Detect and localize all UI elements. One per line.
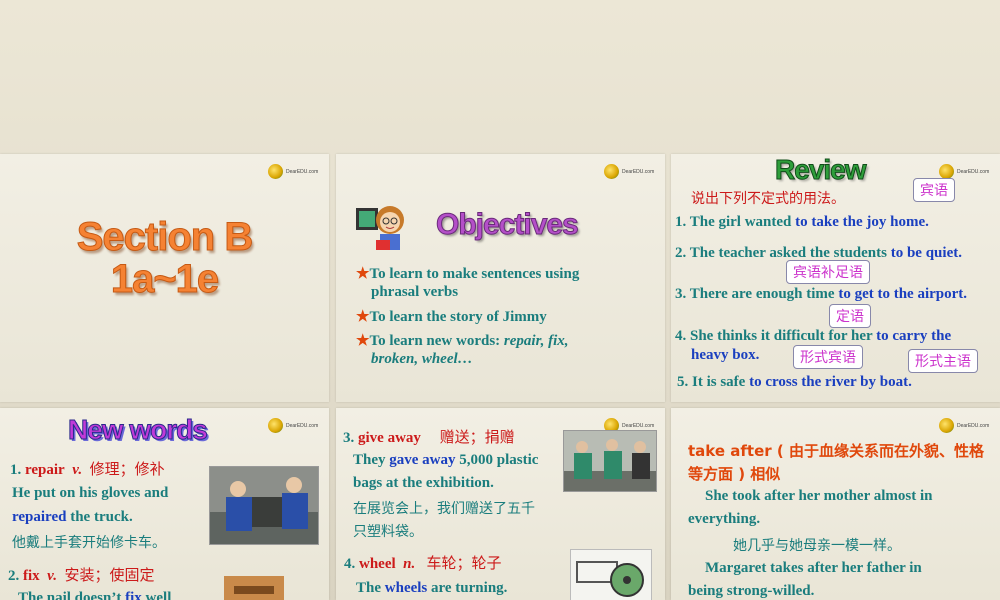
slide-section-b[interactable]: DearEDU.com Section B 1a~1e [0, 154, 329, 402]
take-after-example-2-cont: being strong-willed. [688, 583, 815, 599]
new-words-title: New words [68, 414, 209, 446]
word-fix: 2. fix v. 安装；使固定 [8, 566, 155, 584]
section-title: Section B [76, 215, 253, 259]
deareedu-logo: DearEDU.com [604, 164, 654, 179]
mechanics-photo [209, 466, 319, 545]
objective-3-cont: broken, wheel… [371, 351, 473, 367]
review-sentence-4: 4. She thinks it difficult for her to ca… [675, 328, 952, 344]
repair-example-2: repaired the truck. [12, 509, 133, 525]
repair-example-1: He put on his gloves and [12, 485, 169, 501]
word-give-away: 3. give away 赠送；捐赠 [343, 428, 515, 446]
objective-2: ★To learn the story of Jimmy [356, 309, 547, 325]
word-repair: 1. repair v. 修理；修补 [10, 460, 165, 478]
wheel-example: The wheels are turning. [356, 580, 508, 596]
objective-1-cont: phrasal verbs [371, 284, 459, 300]
give-away-example-1: They gave away 5,000 plastic [353, 452, 539, 468]
logo-icon [939, 418, 954, 433]
take-after-definition-cont: 等方面 ) 相似 [688, 465, 781, 483]
objectives-title: Objectives [436, 208, 580, 242]
deareedu-logo: DearEDU.com [268, 164, 318, 179]
star-icon: ★ [356, 309, 370, 325]
take-after-example-2: Margaret takes after her father in [705, 560, 922, 576]
star-icon: ★ [356, 266, 370, 282]
callout-attributive: 定语 [829, 304, 871, 328]
repair-example-cn: 他戴上手套开始修卡车。 [12, 535, 166, 551]
review-title: Review [775, 154, 867, 186]
take-after-definition: take after ( 由于血缘关系而在外貌、性格 [688, 442, 984, 460]
give-away-example-2: bags at the exhibition. [353, 475, 494, 491]
section-subtitle: 1a~1e [110, 257, 219, 301]
logo-icon [268, 418, 283, 433]
star-icon: ★ [356, 333, 370, 349]
objective-3: ★To learn new words: repair, fix, [356, 333, 569, 349]
word-wheel: 4. wheel n. 车轮；轮子 [344, 554, 502, 572]
deareedu-logo: DearEDU.com [939, 418, 989, 433]
tool-photo [224, 576, 284, 600]
cartoon-girl-icon [356, 200, 414, 252]
give-away-cn-2: 只塑料袋。 [353, 524, 423, 540]
take-after-example-cn: 她几乎与她母亲一模一样。 [733, 538, 901, 554]
objective-1: ★To learn to make sentences using [356, 266, 580, 282]
take-after-example-1: She took after her mother almost in [705, 488, 933, 504]
review-sentence-1: 1. The girl wanted to take the joy home. [675, 214, 929, 230]
slide-review[interactable]: DearEDU.com Review 说出下列不定式的用法。 1. The gi… [671, 154, 1000, 402]
callout-object-complement: 宾语补足语 [786, 260, 870, 284]
logo-icon [604, 164, 619, 179]
review-sentence-3: 3. There are enough time to get to the a… [675, 286, 968, 302]
slide-new-words-2[interactable]: DearEDU.com 3. give away 赠送；捐赠 They gave… [336, 408, 665, 600]
deareedu-logo: DearEDU.com [268, 418, 318, 433]
slide-take-after[interactable]: DearEDU.com take after ( 由于血缘关系而在外貌、性格 等… [671, 408, 1000, 600]
review-instruction: 说出下列不定式的用法。 [691, 191, 845, 207]
take-after-example-1-cont: everything. [688, 511, 761, 527]
slide-objectives[interactable]: DearEDU.com Objectives ★To learn to make… [336, 154, 665, 402]
review-sentence-5: 5. It is safe to cross the river by boat… [677, 374, 912, 390]
fix-example: The nail doesn’t fix well [18, 590, 172, 600]
give-away-cn-1: 在展览会上，我们赠送了五千 [353, 501, 535, 517]
logo-icon [939, 164, 954, 179]
callout-formal-object: 形式宾语 [793, 345, 863, 369]
exhibition-photo [563, 430, 657, 492]
slide-new-words[interactable]: DearEDU.com New words 1. repair v. 修理；修补… [0, 408, 329, 600]
logo-icon [268, 164, 283, 179]
callout-formal-subject: 形式主语 [908, 349, 978, 373]
deareedu-logo: DearEDU.com [939, 164, 989, 179]
review-sentence-4-cont: heavy box. [691, 347, 760, 363]
callout-object: 宾语 [913, 178, 955, 202]
wheelbarrow-photo [570, 549, 652, 600]
